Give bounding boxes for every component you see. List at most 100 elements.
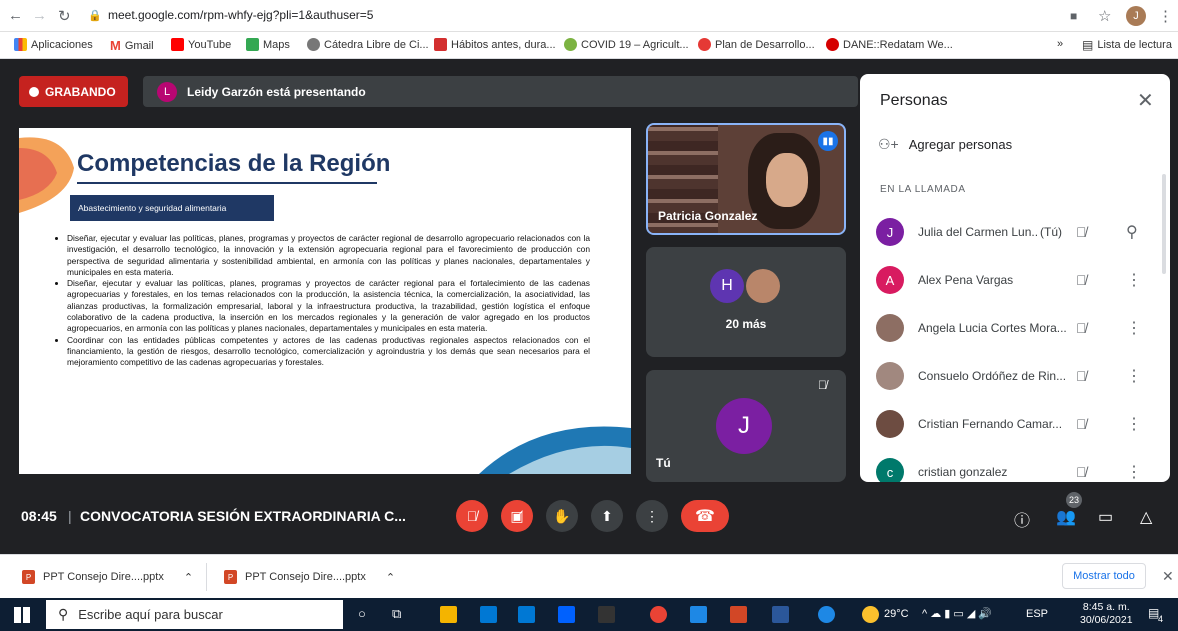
participant-photo-avatar [876, 410, 904, 438]
presenting-banner: L Leidy Garzón está presentando [143, 76, 858, 107]
bookmark-maps[interactable]: Maps [246, 38, 290, 51]
app-icon[interactable] [598, 606, 615, 623]
task-view-icon[interactable]: ⧉ [392, 606, 401, 622]
mic-off-icon: 🎙̸ [1076, 416, 1087, 432]
bookmark-habitos[interactable]: Hábitos antes, dura... [434, 38, 556, 51]
more-options-icon[interactable]: ⋮ [1126, 414, 1142, 434]
reload-icon[interactable]: ↻ [58, 7, 71, 25]
meeting-time: 08:45 [21, 508, 57, 524]
file-explorer-icon[interactable] [440, 606, 457, 623]
bookmark-catedra[interactable]: Cátedra Libre de Ci... [307, 38, 429, 51]
panel-title: Personas [880, 92, 948, 109]
bookmark-youtube[interactable]: YouTube [171, 38, 231, 51]
bookmark-plan[interactable]: Plan de Desarrollo... [698, 38, 815, 51]
activities-icon[interactable]: △ [1140, 507, 1152, 527]
meeting-title: CONVOCATORIA SESIÓN EXTRAORDINARIA C... [80, 508, 406, 524]
help-icon[interactable] [818, 606, 835, 623]
bookmark-dane[interactable]: DANE::Redatam We... [826, 38, 953, 51]
clock[interactable]: 8:45 a. m. 30/06/2021 [1080, 601, 1133, 627]
presentation-slide: Competencias de la Región Abastecimiento… [19, 128, 631, 474]
chat-icon[interactable]: ▭ [1098, 507, 1113, 527]
more-options-icon[interactable]: ⋮ [1126, 462, 1142, 482]
powerpoint-file-icon: P [224, 570, 237, 584]
add-person-icon: ⚇+ [878, 136, 899, 152]
raise-hand-button[interactable]: ✋ [546, 500, 578, 532]
download-item[interactable]: P PPT Consejo Dire....pptx ⌃ [224, 570, 395, 584]
camera-off-button[interactable]: ▣̸ [501, 500, 533, 532]
windows-taskbar: ⚲ Escribe aquí para buscar ○ ⧉ 29°C ^ ☁ … [0, 598, 1178, 631]
close-icon[interactable]: ✕ [1137, 88, 1154, 113]
pin-icon[interactable]: ⚲ [1126, 222, 1138, 242]
more-options-icon[interactable]: ⋮ [1126, 270, 1142, 290]
youtube-icon [171, 38, 184, 51]
system-tray-icons[interactable]: ^ ☁ ▮ ▭ ◢ 🔊 [922, 607, 992, 620]
participant-row[interactable]: Angela Lucia Cortes Mora... 🎙̸ ⋮ [876, 312, 1160, 344]
forward-icon[interactable]: → [32, 7, 47, 24]
word-icon[interactable] [772, 606, 789, 623]
chevron-up-icon[interactable]: ⌃ [386, 571, 395, 584]
taskbar-search[interactable]: ⚲ Escribe aquí para buscar [46, 600, 343, 629]
mic-off-button[interactable]: 🎙̸ [456, 500, 488, 532]
camera-blocked-icon[interactable]: ■ [1070, 9, 1077, 23]
more-options-button[interactable]: ⋮ [636, 500, 668, 532]
reading-list-icon: ▤ [1082, 38, 1094, 52]
participant-row[interactable]: c cristian gonzalez 🎙̸ ⋮ [876, 456, 1160, 482]
chrome-icon[interactable] [650, 606, 667, 623]
participant-photo-avatar [876, 314, 904, 342]
divider: | [68, 508, 72, 524]
gmail-icon: M [110, 38, 121, 53]
powerpoint-icon[interactable] [730, 606, 747, 623]
profile-avatar[interactable]: J [1126, 6, 1146, 26]
present-screen-button[interactable]: ⬆ [591, 500, 623, 532]
bookmark-covid[interactable]: COVID 19 – Agricult... [564, 38, 689, 51]
dropbox-icon[interactable] [558, 606, 575, 623]
download-item[interactable]: P PPT Consejo Dire....pptx ⌃ [22, 570, 193, 584]
slide-bullet: Diseñar, ejecutar y evaluar las política… [67, 278, 590, 334]
more-options-icon[interactable]: ⋮ [1126, 318, 1142, 338]
show-all-button[interactable]: Mostrar todo [1062, 563, 1146, 589]
app-icon[interactable] [690, 606, 707, 623]
chevron-up-icon[interactable]: ⌃ [184, 571, 193, 584]
store-icon[interactable] [480, 606, 497, 623]
info-icon[interactable]: ⓘ [1014, 507, 1030, 531]
meet-area: GRABANDO L Leidy Garzón está presentando… [0, 60, 1178, 554]
dane-icon [826, 38, 839, 51]
slide-bullet: Coordinar con las entidades públicas com… [67, 335, 590, 369]
cortana-icon[interactable]: ○ [358, 606, 366, 621]
participant-row[interactable]: J Julia del Carmen Lun... (Tú) 🎙̸ ⚲ [876, 216, 1160, 248]
reading-list[interactable]: ▤ Lista de lectura [1082, 38, 1172, 52]
participant-name: Julia del Carmen Lun... [918, 225, 1038, 239]
windows-start-icon[interactable] [14, 607, 30, 623]
participant-avatar: c [876, 458, 904, 482]
bookmark-apps[interactable]: Aplicaciones [14, 38, 93, 51]
self-tile[interactable]: J 🎙̸ Tú [646, 370, 846, 482]
maps-icon [246, 38, 259, 51]
close-icon[interactable]: ✕ [1162, 568, 1174, 585]
apps-grid-icon [14, 38, 27, 51]
participant-row[interactable]: Cristian Fernando Camar... 🎙̸ ⋮ [876, 408, 1160, 440]
mail-icon[interactable] [518, 606, 535, 623]
more-options-icon[interactable]: ⋮ [1126, 366, 1142, 386]
weather-icon [862, 606, 879, 623]
back-icon[interactable]: ← [8, 7, 23, 24]
speaker-tile[interactable]: ▮▮ Patricia Gonzalez [646, 123, 846, 235]
slide-wave-icon [479, 426, 631, 474]
more-participants-tile[interactable]: H 20 más [646, 247, 846, 357]
add-people-button[interactable]: ⚇+ Agregar personas [878, 136, 1012, 153]
bookmarks-overflow-icon[interactable]: » [1057, 38, 1063, 50]
weather-temp[interactable]: 29°C [884, 608, 909, 620]
leave-call-button[interactable]: ☎ [681, 500, 729, 532]
plan-icon [698, 38, 711, 51]
participant-row[interactable]: A Alex Pena Vargas 🎙̸ ⋮ [876, 264, 1160, 296]
bookmark-gmail[interactable]: M Gmail [110, 38, 154, 53]
url-text[interactable]: meet.google.com/rpm-whfy-ejg?pli=1&authu… [108, 8, 373, 22]
bookmark-star-icon[interactable]: ☆ [1098, 7, 1111, 25]
participant-avatar: J [876, 218, 904, 246]
search-icon: ⚲ [58, 606, 69, 622]
panel-scrollbar[interactable] [1162, 174, 1166, 274]
participant-name: Alex Pena Vargas [918, 273, 1014, 287]
people-icon[interactable]: 👥 [1056, 507, 1076, 527]
language-indicator[interactable]: ESP [1026, 608, 1048, 620]
participant-row[interactable]: Consuelo Ordóñez de Rin... 🎙̸ ⋮ [876, 360, 1160, 392]
browser-menu-icon[interactable]: ⋮ [1158, 7, 1173, 25]
